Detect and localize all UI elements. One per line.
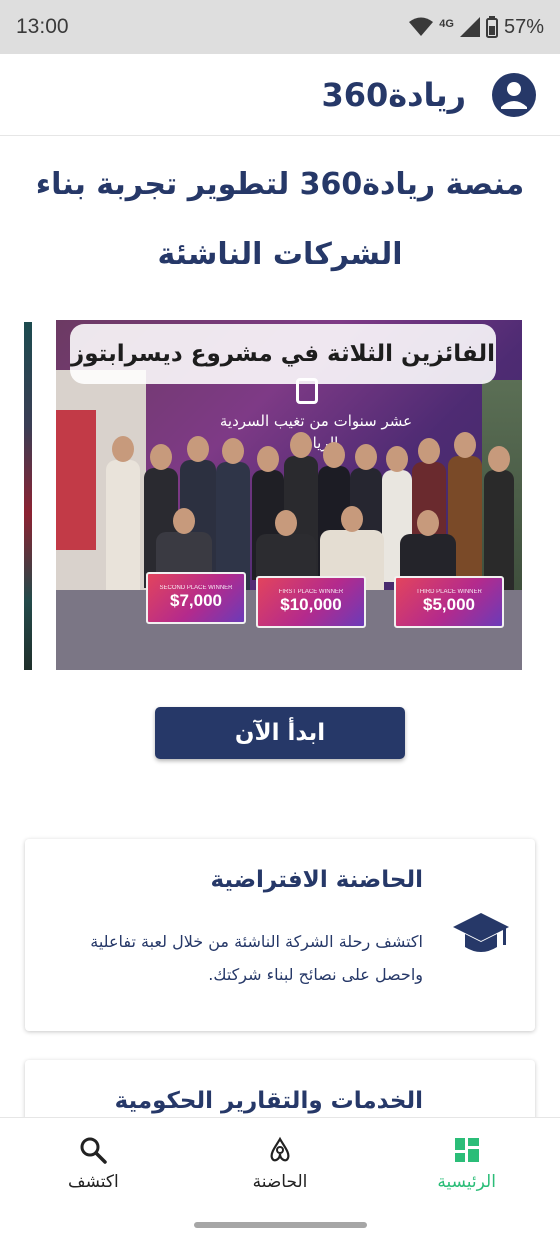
graduation-cap-icon <box>451 907 511 959</box>
app-title: ريادة360 <box>321 75 466 114</box>
virtual-incubator-card[interactable]: الحاضنة الافتراضية اكتشف رحلة الشركة الن… <box>25 839 535 1031</box>
prize-check: SECOND PLACE WINNER $7,000 <box>146 572 246 624</box>
search-icon <box>79 1136 108 1164</box>
carousel-slide[interactable]: عشر سنوات من تغيب السردية الريادية SECON… <box>56 320 522 670</box>
hero-title: منصة ريادة360 لتطوير تجربة بناء الشركات … <box>35 167 525 272</box>
slide-caption: الفائزين الثلاثة في مشروع ديسرابتوز <box>70 324 496 384</box>
card-description: اكتشف رحلة الشركة الناشئة من خلال لعبة ت… <box>90 932 423 984</box>
prize-check: THIRD PLACE WINNER $5,000 <box>394 576 504 628</box>
signal-icon <box>459 17 480 37</box>
prize-check: FIRST PLACE WINNER $10,000 <box>256 576 366 628</box>
grid-icon <box>453 1136 481 1164</box>
incubator-icon <box>266 1136 294 1164</box>
status-indicators: 4G 57% <box>409 16 544 39</box>
app-bar: ريادة360 <box>0 54 560 136</box>
nav-item-home[interactable]: الرئيسية <box>373 1118 560 1209</box>
nav-item-incubator[interactable]: الحاضنة <box>187 1118 374 1209</box>
card-title: الخدمات والتقارير الحكومية <box>114 1088 423 1114</box>
nav-label: الحاضنة <box>252 1171 308 1192</box>
battery-level: 57% <box>503 15 544 38</box>
home-gesture-handle[interactable] <box>194 1222 367 1228</box>
wifi-icon <box>409 17 434 37</box>
network-type: 4G <box>439 17 454 30</box>
battery-icon <box>485 16 498 38</box>
image-carousel[interactable]: عشر سنوات من تغيب السردية الريادية SECON… <box>0 320 560 672</box>
start-now-button[interactable]: ابدأ الآن <box>155 707 405 759</box>
account-circle-icon[interactable] <box>492 72 536 117</box>
status-bar: 13:00 4G 57% <box>0 0 560 54</box>
previous-slide-peek[interactable] <box>24 322 32 670</box>
nav-label: اكتشف <box>67 1171 119 1192</box>
gesture-bar <box>0 1209 560 1244</box>
card-title: الحاضنة الافتراضية <box>210 867 423 893</box>
bottom-navigation: اكتشف الحاضنة الرئيسية <box>0 1117 560 1209</box>
nav-item-explore[interactable]: اكتشف <box>0 1118 187 1209</box>
nav-label: الرئيسية <box>437 1171 496 1192</box>
event-banner-text: عشر سنوات من تغيب السردية الريادية <box>219 412 413 452</box>
status-time: 13:00 <box>16 15 69 38</box>
